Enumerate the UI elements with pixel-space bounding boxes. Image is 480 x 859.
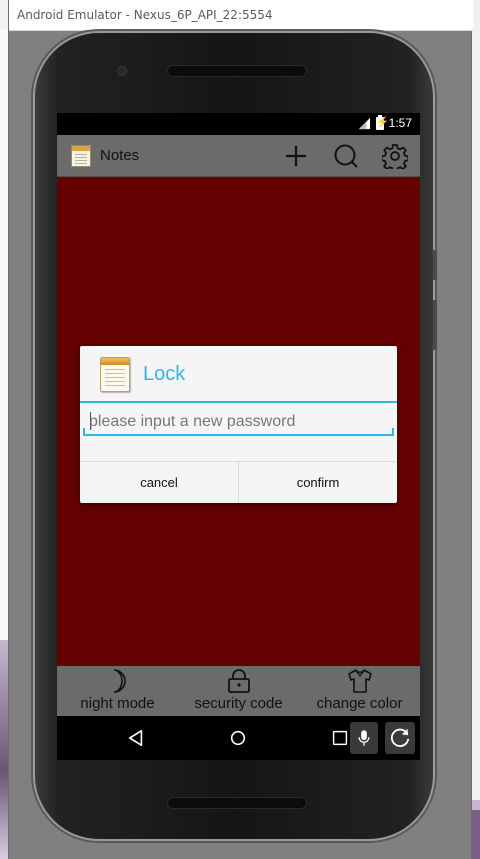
plus-icon	[286, 146, 306, 166]
home-icon	[230, 730, 246, 746]
app-bar: Notes	[57, 135, 420, 177]
gear-icon	[382, 144, 408, 169]
bottom-speaker	[167, 797, 307, 809]
volume-button[interactable]	[433, 300, 437, 350]
emulator-window-title: Android Emulator - Nexus_6P_API_22:5554	[17, 8, 273, 22]
add-note-button[interactable]	[280, 140, 312, 172]
night-mode-label: night mode	[80, 695, 155, 712]
lock-dialog: Lock cancel confirm	[80, 346, 397, 503]
search-icon	[334, 144, 358, 168]
cancel-button[interactable]: cancel	[80, 462, 238, 503]
input-underline-edge	[83, 428, 85, 436]
battery-icon: ⚡	[375, 114, 390, 130]
system-nav-bar	[57, 716, 420, 760]
status-time: 1:57	[388, 116, 412, 130]
back-button[interactable]	[124, 726, 148, 750]
text-cursor	[90, 412, 91, 430]
dialog-button-row: cancel confirm	[80, 461, 397, 503]
rotate-icon	[390, 728, 410, 747]
search-button[interactable]	[330, 140, 362, 172]
notes-app-icon	[71, 145, 91, 167]
bottom-toolbar: night mode security code change color	[57, 666, 420, 716]
dialog-header: Lock	[80, 346, 397, 403]
moon-icon	[113, 669, 126, 693]
shirt-icon	[347, 669, 372, 693]
recents-button[interactable]	[328, 726, 352, 750]
security-code-label: security code	[194, 695, 283, 712]
front-camera	[117, 66, 127, 76]
new-password-input[interactable]	[83, 409, 394, 436]
earpiece-speaker	[167, 65, 307, 77]
rotate-button[interactable]	[385, 722, 415, 754]
home-button[interactable]	[226, 726, 250, 750]
power-button[interactable]	[433, 250, 437, 280]
notepad-icon	[100, 357, 130, 392]
lock-icon	[227, 669, 250, 693]
emulator-titlebar[interactable]: Android Emulator - Nexus_6P_API_22:5554	[9, 0, 473, 31]
confirm-button[interactable]: confirm	[238, 462, 397, 503]
microphone-icon	[358, 730, 370, 746]
back-icon	[128, 729, 143, 747]
settings-button[interactable]	[379, 140, 411, 172]
change-color-label: change color	[316, 695, 403, 712]
input-underline-edge	[392, 428, 394, 436]
app-title: Notes	[100, 147, 140, 164]
night-mode-button[interactable]: night mode	[57, 666, 178, 716]
status-bar: ⚡ 1:57	[57, 113, 420, 135]
change-color-button[interactable]: change color	[299, 666, 420, 716]
signal-icon	[358, 117, 370, 129]
security-code-button[interactable]: security code	[178, 666, 299, 716]
microphone-button[interactable]	[350, 722, 378, 754]
dialog-title: Lock	[143, 363, 186, 385]
recents-icon	[332, 730, 348, 746]
